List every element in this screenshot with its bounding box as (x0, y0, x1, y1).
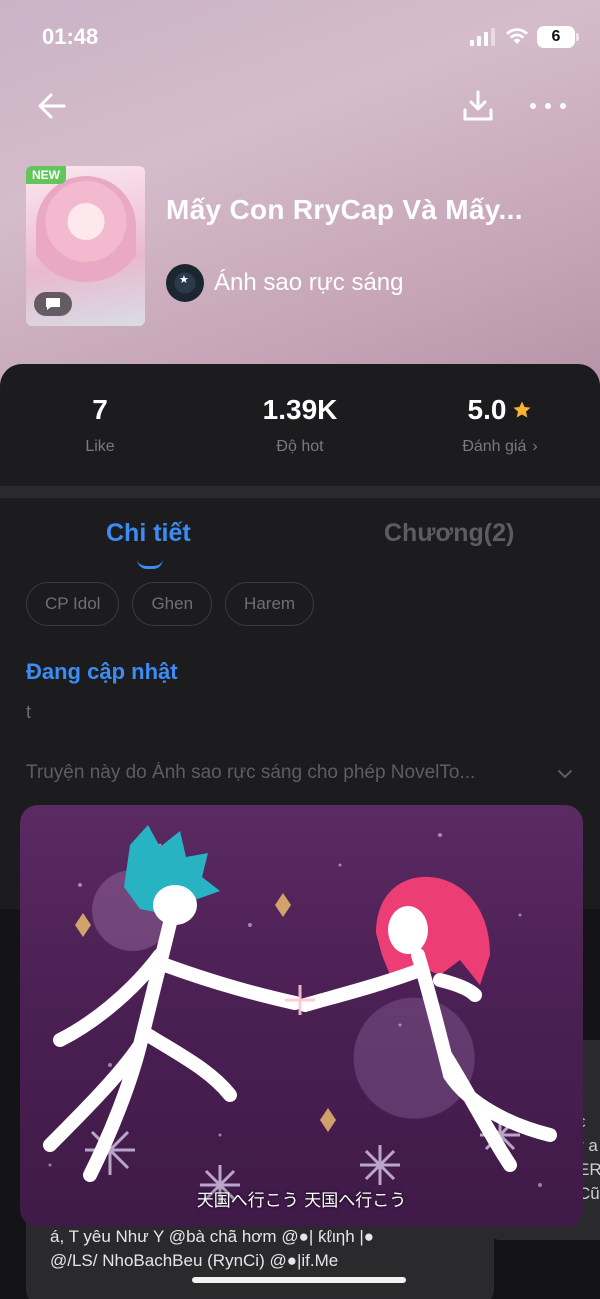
stat-rating[interactable]: 5.0 Đánh giá › (400, 394, 600, 456)
comment-line: @/LS/ NhoBachBeu (RynCi) @●|if.Me (50, 1251, 339, 1270)
tab-bar: Chi tiết Chương(2) (0, 509, 600, 569)
back-arrow-icon[interactable] (34, 88, 70, 124)
like-count: 7 (92, 394, 108, 425)
update-status: Đang cập nhật (26, 659, 178, 684)
battery-indicator: 6 (537, 26, 579, 48)
video-subtitle: 天国へ行こう 天国へ行こう (196, 1191, 407, 1211)
book-cover[interactable]: NEW (26, 166, 145, 326)
more-options-icon[interactable] (530, 88, 566, 124)
star-icon (513, 401, 531, 418)
stat-hot: 1.39K Độ hot (200, 394, 400, 456)
video-frame (43, 825, 557, 1205)
stats-row: 7 Like 1.39K Độ hot 5.0 Đánh giá › (0, 364, 600, 486)
chevron-down-icon[interactable] (555, 764, 575, 784)
home-indicator[interactable] (192, 1277, 406, 1283)
tag-chip[interactable]: Harem (225, 582, 315, 626)
author-avatar (166, 264, 204, 302)
tag-chip[interactable]: CP Idol (26, 582, 120, 626)
license-notice: Truyện này do Ánh sao rực sáng cho phép … (26, 762, 476, 783)
wifi-icon (506, 28, 528, 44)
status-time: 01:48 (42, 24, 99, 49)
stat-like: 7 Like (0, 394, 200, 456)
section-divider (0, 486, 600, 498)
download-icon[interactable] (460, 88, 496, 124)
tag-chip[interactable]: Ghen (132, 582, 213, 626)
chevron-right-icon: › (532, 438, 538, 455)
comment-preview-text: á, T yêu Như Y @bà chã hơm @●| ƙℓιηh |● … (50, 1225, 490, 1273)
cellular-signal-icon (470, 28, 495, 46)
author-name: Ánh sao rực sáng (214, 269, 404, 296)
battery-level: 6 (551, 28, 561, 45)
comment-line: á, T yêu Như Y @bà chã hơm @●| ƙℓιηh |● (50, 1227, 375, 1246)
tab-chapters[interactable]: Chương(2) (384, 519, 514, 548)
hot-count: 1.39K (262, 394, 338, 425)
hot-label: Độ hot (276, 438, 324, 455)
active-tab-indicator (137, 559, 163, 569)
cover-illustration (36, 176, 136, 306)
floating-video-player[interactable]: 天国へ行こう 天国へ行こう (20, 805, 583, 1227)
author-link[interactable]: Ánh sao rực sáng (166, 263, 404, 303)
description-text: t (26, 702, 32, 722)
like-label: Like (85, 438, 115, 455)
status-bar: 01:48 6 (0, 18, 600, 58)
tab-details[interactable]: Chi tiết (106, 519, 191, 548)
new-badge: NEW (26, 166, 66, 184)
comment-icon[interactable] (34, 292, 72, 316)
rating-value: 5.0 (467, 394, 507, 425)
book-title: Mấy Con RryCap Và Mấy... (166, 194, 523, 225)
tag-list: CP Idol Ghen Harem (26, 582, 315, 626)
rating-label: Đánh giá (462, 438, 527, 455)
